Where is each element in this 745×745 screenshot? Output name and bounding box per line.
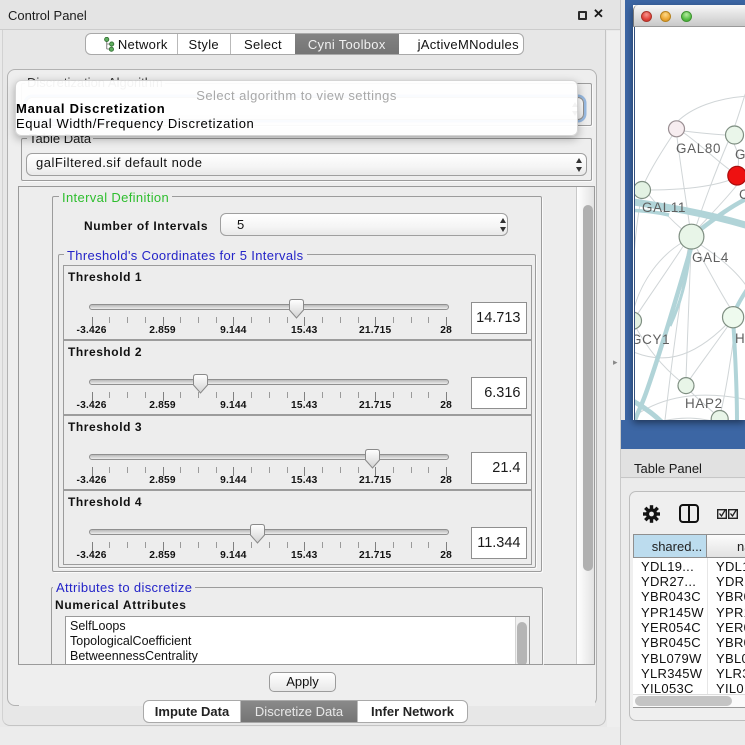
svg-text:C: C [739, 187, 745, 202]
svg-text:GAL11: GAL11 [642, 200, 686, 215]
svg-text:G: G [735, 147, 745, 162]
svg-text:HAP2: HAP2 [685, 396, 723, 411]
svg-text:GAL4: GAL4 [692, 250, 729, 265]
svg-text:GCY1: GCY1 [635, 332, 670, 347]
svg-text:H: H [735, 331, 745, 346]
svg-text:GAL80: GAL80 [676, 141, 721, 156]
